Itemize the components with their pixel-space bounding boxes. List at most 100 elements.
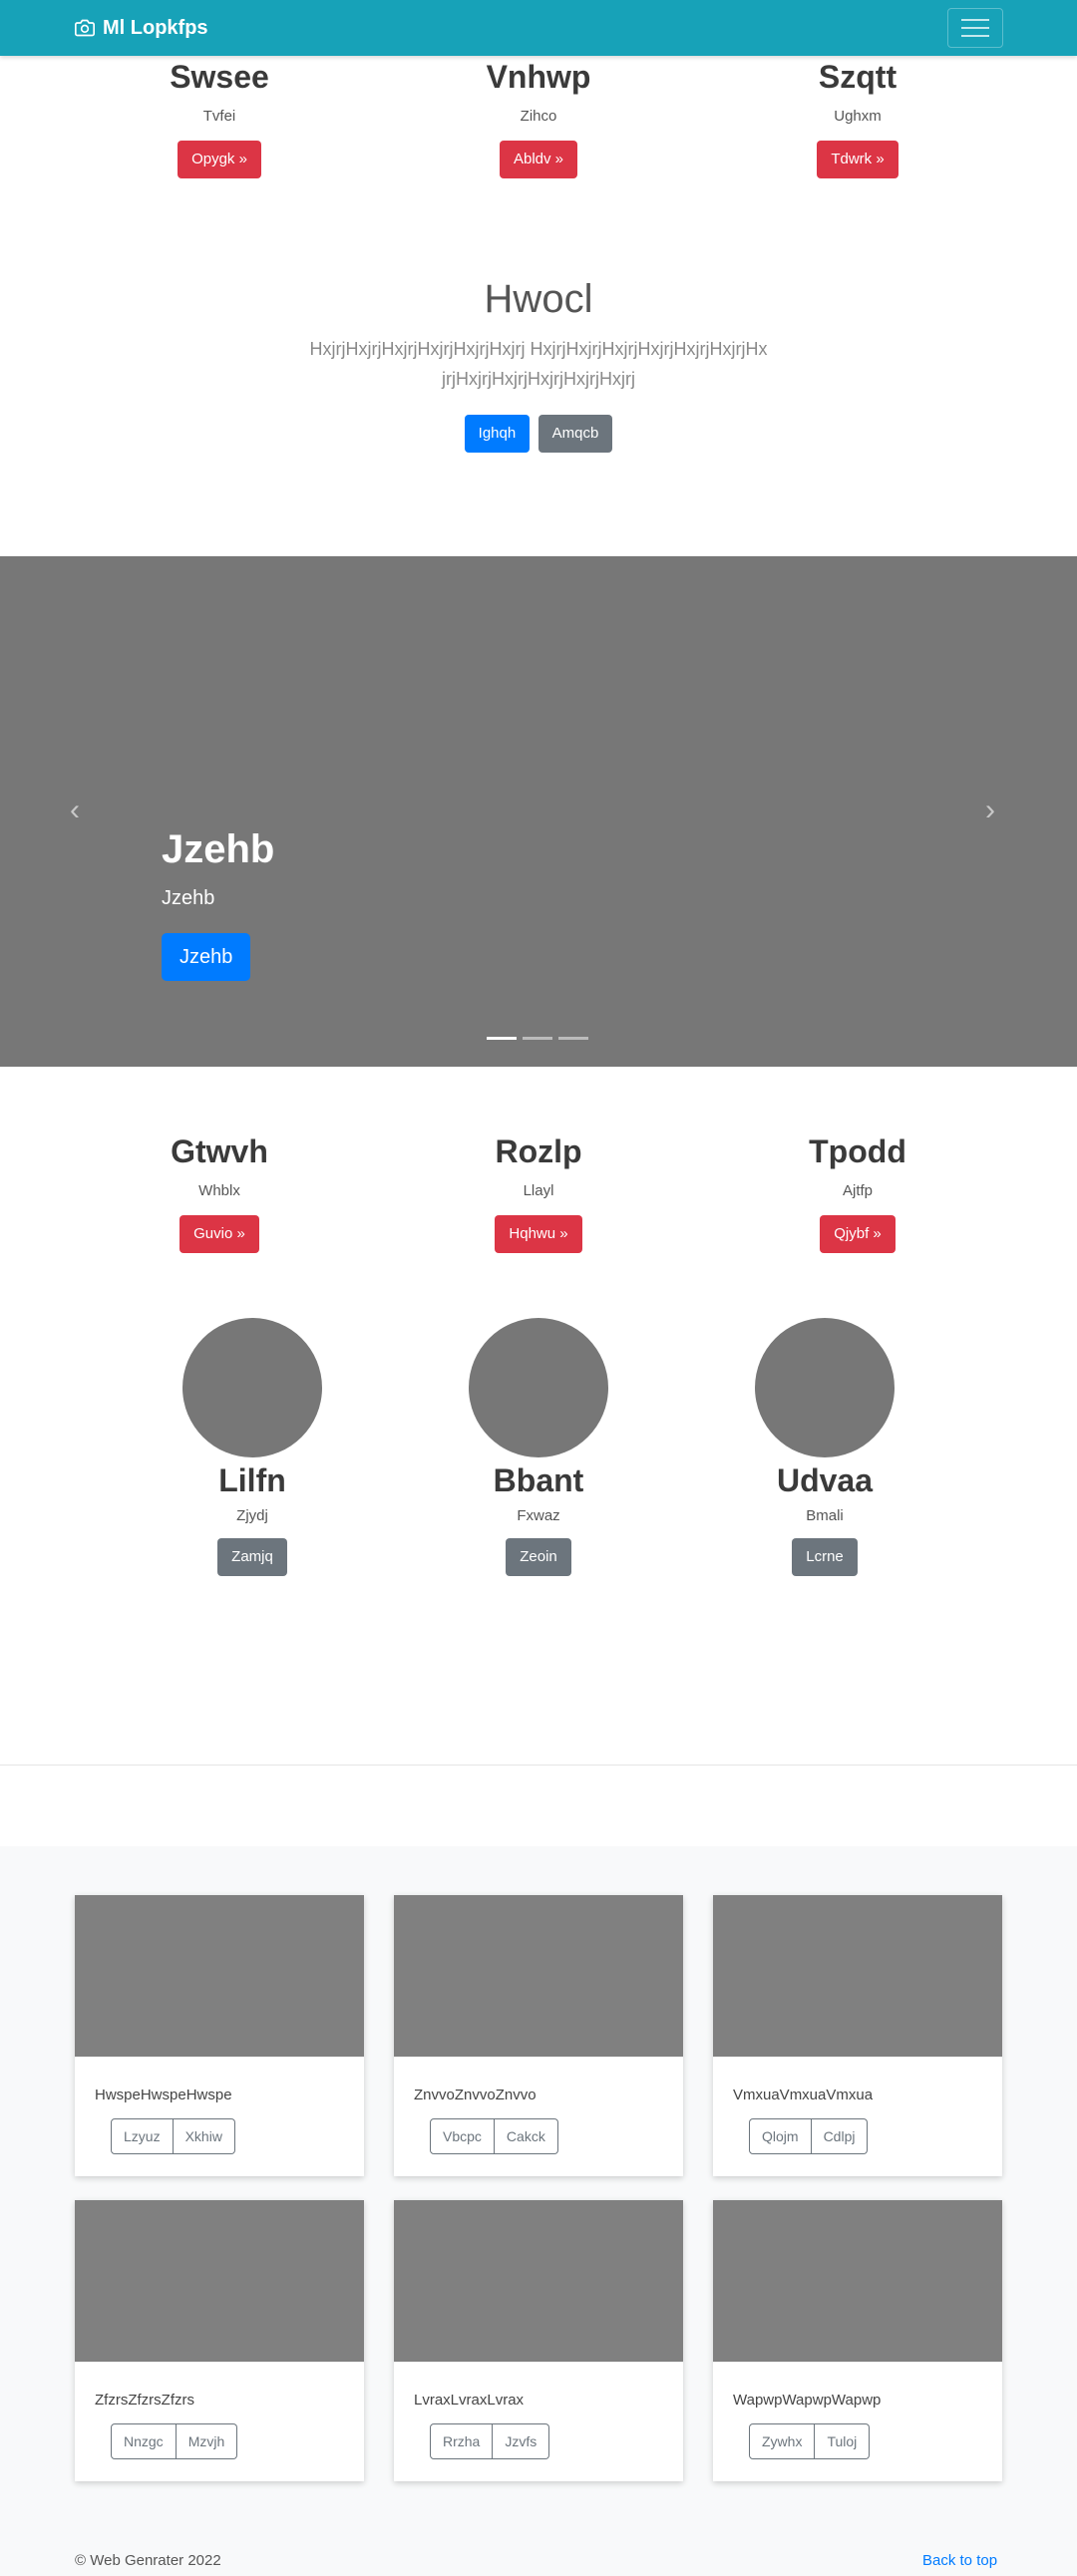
team-member-button[interactable]: Lcrne <box>792 1538 858 1577</box>
team-member: Bbant Fxwaz Zeoin <box>389 1318 688 1577</box>
card-image-placeholder <box>713 1895 1002 2057</box>
album-card: VmxuaVmxuaVmxua Qlojm Cdlpj <box>713 1895 1002 2176</box>
album-card: LvraxLvraxLvrax Rrzha Jzvfs <box>394 2200 683 2481</box>
card-button[interactable]: Tuloj <box>815 2423 871 2459</box>
brand-label: Ml Lopkfps <box>103 16 208 39</box>
team-member-role: Fxwaz <box>517 1507 560 1525</box>
card-text: ZfzrsZfzrsZfzrs <box>95 2392 194 2409</box>
album-card: HwspeHwspeHwspe Lzyuz Xkhiw <box>75 1895 364 2176</box>
feature-column: Tpodd Ajtfp Qjybf » <box>708 1132 1007 1254</box>
camera-icon <box>75 19 95 37</box>
avatar <box>469 1318 608 1457</box>
card-text: HwspeHwspeHwspe <box>95 2087 232 2103</box>
card-button-group: Vbcpc Cakck <box>430 2118 558 2154</box>
feature-heading: Gtwvh <box>171 1133 268 1169</box>
jumbotron-primary-button[interactable]: Ighqh <box>464 415 531 453</box>
album-card: ZnvvoZnvvoZnvvo Vbcpc Cakck <box>394 1895 683 2176</box>
card-text: ZnvvoZnvvoZnvvo <box>414 2087 537 2103</box>
card-button[interactable]: Mzvjh <box>176 2423 238 2459</box>
jumbotron-actions: Ighqh Amqcb <box>0 415 1077 453</box>
card-button[interactable]: Vbcpc <box>430 2118 495 2154</box>
carousel-indicator[interactable] <box>523 1037 552 1040</box>
feature-text: Tvfei <box>202 108 236 126</box>
team-member-button[interactable]: Zeoin <box>506 1538 571 1577</box>
feature-text: Ajtfp <box>842 1182 873 1200</box>
feature-column: Vnhwp Zihco Abldv » <box>389 58 688 179</box>
card-image-placeholder <box>394 2200 683 2362</box>
team-member-button[interactable]: Zamjq <box>217 1538 287 1577</box>
team-member-role: Zjydj <box>236 1507 268 1525</box>
album-section: HwspeHwspeHwspe Lzyuz Xkhiw ZnvvoZnvvoZn… <box>0 1846 1077 2576</box>
jumbotron-secondary-button[interactable]: Amqcb <box>538 415 613 453</box>
card-button[interactable]: Lzyuz <box>111 2118 174 2154</box>
navbar: Ml Lopkfps <box>0 0 1077 56</box>
carousel-caption-button[interactable]: Jzehb <box>162 933 251 981</box>
feature-column: Swsee Tvfei Opygk » <box>70 58 369 179</box>
card-button[interactable]: Nnzgc <box>111 2423 177 2459</box>
carousel-caption-title: Jzehb <box>162 827 275 871</box>
feature-text: Whblx <box>198 1182 240 1200</box>
team-member: Lilfn Zjydj Zamjq <box>103 1318 402 1577</box>
card-button[interactable]: Jzvfs <box>493 2423 550 2459</box>
jumbotron-title: Hwocl <box>484 277 593 321</box>
chevron-right-icon[interactable]: › <box>985 796 995 825</box>
carousel: ‹ › Jzehb Jzehb Jzehb <box>0 556 1077 1067</box>
footer-copyright: © Web Genrater 2022 <box>75 2552 221 2569</box>
carousel-indicators <box>487 1037 588 1040</box>
section-divider <box>0 1765 1077 1766</box>
feature-heading: Rozlp <box>495 1133 582 1169</box>
hamburger-icon-bar <box>961 27 989 29</box>
feature-button[interactable]: Abldv » <box>499 141 578 179</box>
carousel-indicator[interactable] <box>558 1037 588 1040</box>
card-text: WapwpWapwpWapwp <box>733 2392 882 2409</box>
team-member-name: Lilfn <box>218 1462 286 1498</box>
feature-column: Rozlp Llayl Hqhwu » <box>389 1132 688 1254</box>
team-member-role: Bmali <box>806 1507 844 1525</box>
jumbotron-text: HxjrjHxjrjHxjrjHxjrjHxjrjHxjrj HxjrjHxjr… <box>309 339 768 389</box>
card-text: LvraxLvraxLvrax <box>414 2392 525 2409</box>
carousel-caption-text: Jzehb <box>162 887 215 909</box>
avatar <box>755 1318 895 1457</box>
feature-text: Zihco <box>520 108 557 126</box>
card-button-group: Zywhx Tuloj <box>749 2423 871 2459</box>
card-button-group: Rrzha Jzvfs <box>430 2423 550 2459</box>
feature-heading: Tpodd <box>809 1133 906 1169</box>
card-button[interactable]: Rrzha <box>430 2423 494 2459</box>
card-button[interactable]: Xkhiw <box>173 2118 235 2154</box>
card-button[interactable]: Zywhx <box>749 2423 816 2459</box>
avatar <box>182 1318 322 1457</box>
chevron-left-icon[interactable]: ‹ <box>70 796 80 825</box>
card-button[interactable]: Cdlpj <box>811 2118 869 2154</box>
feature-heading: Szqtt <box>818 59 898 95</box>
card-button-group: Lzyuz Xkhiw <box>111 2118 235 2154</box>
team-member-name: Udvaa <box>776 1462 874 1498</box>
carousel-indicator[interactable] <box>487 1037 517 1040</box>
feature-text: Ughxm <box>834 108 882 126</box>
feature-heading: Vnhwp <box>486 59 591 95</box>
navbar-toggler-button[interactable] <box>947 8 1003 48</box>
feature-button[interactable]: Tdwrk » <box>817 141 898 179</box>
feature-column: Szqtt Ughxm Tdwrk » <box>708 58 1007 179</box>
back-to-top-link[interactable]: Back to top <box>922 2552 997 2569</box>
card-text: VmxuaVmxuaVmxua <box>733 2087 874 2103</box>
album-card: WapwpWapwpWapwp Zywhx Tuloj <box>713 2200 1002 2481</box>
album-card: ZfzrsZfzrsZfzrs Nnzgc Mzvjh <box>75 2200 364 2481</box>
card-image-placeholder <box>75 1895 364 2057</box>
feature-button[interactable]: Opygk » <box>178 141 261 179</box>
team-member: Udvaa Bmali Lcrne <box>675 1318 974 1577</box>
feature-button[interactable]: Qjybf » <box>820 1215 896 1254</box>
feature-heading: Swsee <box>170 59 269 95</box>
card-button[interactable]: Qlojm <box>749 2118 812 2154</box>
feature-button[interactable]: Guvio » <box>180 1215 259 1254</box>
card-button-group: Nnzgc Mzvjh <box>111 2423 238 2459</box>
card-image-placeholder <box>75 2200 364 2362</box>
brand-link[interactable]: Ml Lopkfps <box>75 14 208 42</box>
feature-button[interactable]: Hqhwu » <box>495 1215 582 1254</box>
card-image-placeholder <box>713 2200 1002 2362</box>
team-member-name: Bbant <box>493 1462 584 1498</box>
hamburger-icon-bar <box>961 35 989 37</box>
feature-column: Gtwvh Whblx Guvio » <box>70 1132 369 1254</box>
card-image-placeholder <box>394 1895 683 2057</box>
card-button[interactable]: Cakck <box>494 2118 558 2154</box>
card-button-group: Qlojm Cdlpj <box>749 2118 869 2154</box>
